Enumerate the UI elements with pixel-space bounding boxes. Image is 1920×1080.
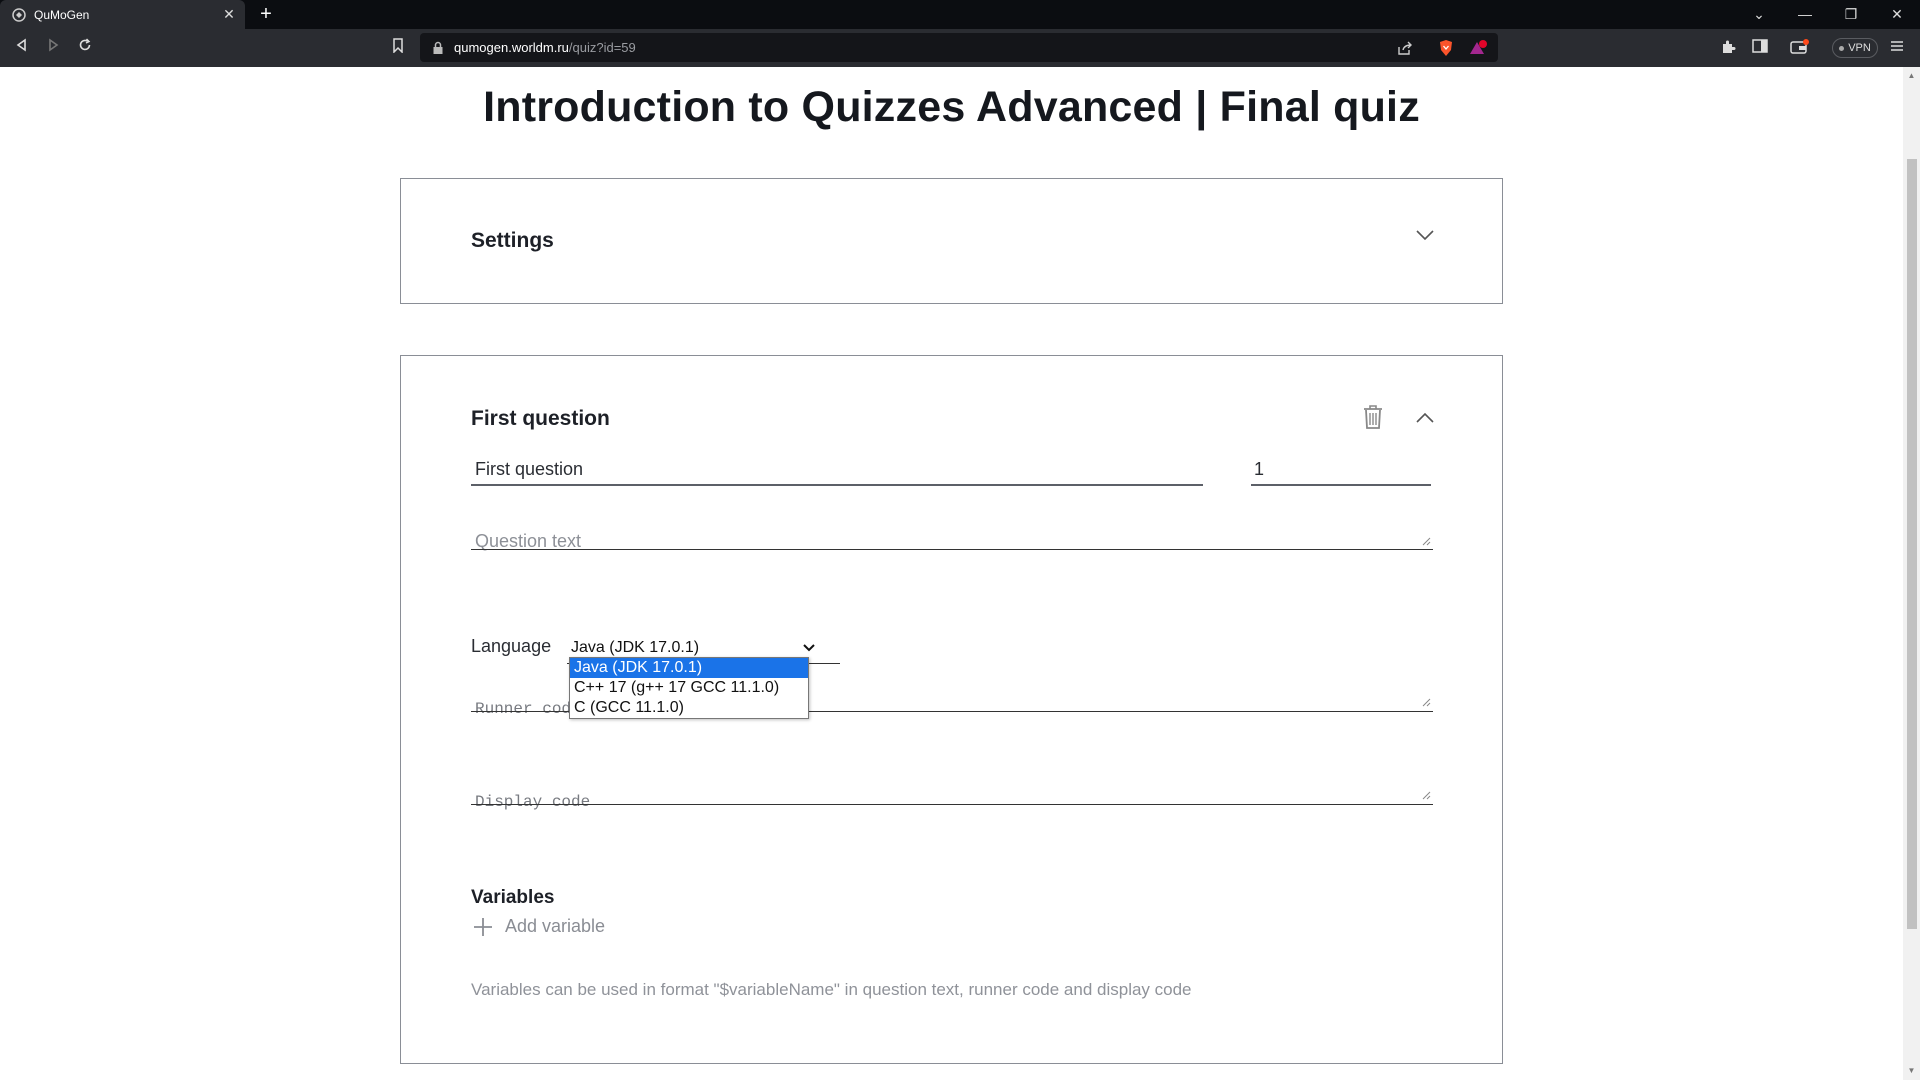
bookmark-icon[interactable] [387, 38, 409, 58]
language-option[interactable]: C (GCC 11.1.0) [570, 698, 808, 718]
url-host: qumogen.worldm.ru [454, 40, 569, 55]
brave-rewards-icon[interactable] [1468, 33, 1488, 62]
trash-icon[interactable] [1362, 404, 1384, 430]
language-select[interactable]: Java (JDK 17.0.1) [571, 637, 815, 659]
tab-search-icon[interactable]: ⌄ [1736, 0, 1782, 29]
chevron-down-icon[interactable] [1416, 229, 1434, 241]
scroll-down-icon[interactable]: ▼ [1907, 1066, 1916, 1075]
question-card: First question First question 1 Question… [400, 355, 1503, 1064]
page-viewport: Introduction to Quizzes Advanced | Final… [0, 67, 1903, 1080]
settings-heading: Settings [471, 229, 554, 252]
vpn-status-icon [1839, 45, 1845, 51]
brave-shields-icon[interactable] [1438, 33, 1454, 62]
language-dropdown-list: Java (JDK 17.0.1) C++ 17 (g++ 17 GCC 11.… [569, 657, 809, 719]
extensions-icon[interactable] [1720, 39, 1740, 57]
display-code-textarea[interactable]: Display code [475, 793, 590, 811]
lock-icon [433, 41, 443, 54]
forward-icon[interactable] [42, 38, 64, 58]
resize-handle-icon[interactable] [1422, 791, 1431, 800]
sidebar-icon[interactable] [1752, 39, 1772, 57]
variables-hint: Variables can be used in format "$variab… [471, 980, 1192, 999]
reload-icon[interactable] [74, 38, 96, 58]
browser-toolbar: qumogen.worldm.ru/quiz?id=59 VPN [0, 29, 1920, 67]
wallet-icon[interactable] [1790, 39, 1810, 57]
page-title: Introduction to Quizzes Advanced | Final… [483, 83, 1420, 131]
page-scrollbar[interactable]: ▲ ▼ [1903, 67, 1920, 1080]
site-favicon-icon [12, 7, 26, 22]
minimize-button[interactable]: — [1782, 0, 1828, 29]
browser-tab[interactable]: QuMoGen ✕ [0, 0, 245, 29]
runner-code-textarea[interactable]: Runner code [475, 700, 581, 718]
plus-icon [474, 917, 492, 936]
resize-handle-icon[interactable] [1422, 537, 1431, 546]
scrollbar-thumb[interactable] [1907, 159, 1917, 929]
resize-handle-icon[interactable] [1422, 698, 1431, 707]
question-heading: First question [471, 407, 610, 430]
language-option[interactable]: Java (JDK 17.0.1) [570, 658, 808, 678]
question-text-underline [471, 549, 1433, 550]
browser-tab-bar: QuMoGen ✕ + ⌄ — ❐ ✕ [0, 0, 1920, 29]
language-selected-value: Java (JDK 17.0.1) [571, 639, 700, 656]
points-underline [1251, 484, 1431, 486]
chevron-up-icon[interactable] [1416, 412, 1434, 424]
chevron-down-icon [803, 644, 815, 652]
restore-button[interactable]: ❐ [1828, 0, 1874, 29]
add-variable-button[interactable]: Add variable [473, 916, 605, 937]
add-variable-label: Add variable [505, 916, 606, 936]
back-icon[interactable] [11, 38, 33, 58]
menu-icon[interactable] [1890, 39, 1910, 57]
tab-title: QuMoGen [34, 7, 90, 22]
tab-close-icon[interactable]: ✕ [221, 6, 237, 23]
vpn-label: VPN [1848, 42, 1871, 54]
points-input[interactable]: 1 [1254, 459, 1264, 480]
language-label: Language [471, 636, 552, 656]
settings-card[interactable]: Settings [400, 178, 1503, 304]
variables-heading: Variables [471, 887, 555, 908]
language-option[interactable]: C++ 17 (g++ 17 GCC 11.1.0) [570, 678, 808, 698]
address-bar[interactable]: qumogen.worldm.ru/quiz?id=59 [420, 33, 1498, 62]
close-window-button[interactable]: ✕ [1874, 0, 1920, 29]
question-title-underline [471, 484, 1203, 486]
url-path: /quiz?id=59 [568, 40, 636, 55]
vpn-button[interactable]: VPN [1832, 38, 1878, 58]
scroll-up-icon[interactable]: ▲ [1907, 71, 1916, 80]
question-title-input[interactable]: First question [475, 459, 583, 480]
display-code-underline [471, 804, 1433, 805]
new-tab-button[interactable]: + [255, 2, 277, 26]
share-icon[interactable] [1397, 33, 1413, 62]
